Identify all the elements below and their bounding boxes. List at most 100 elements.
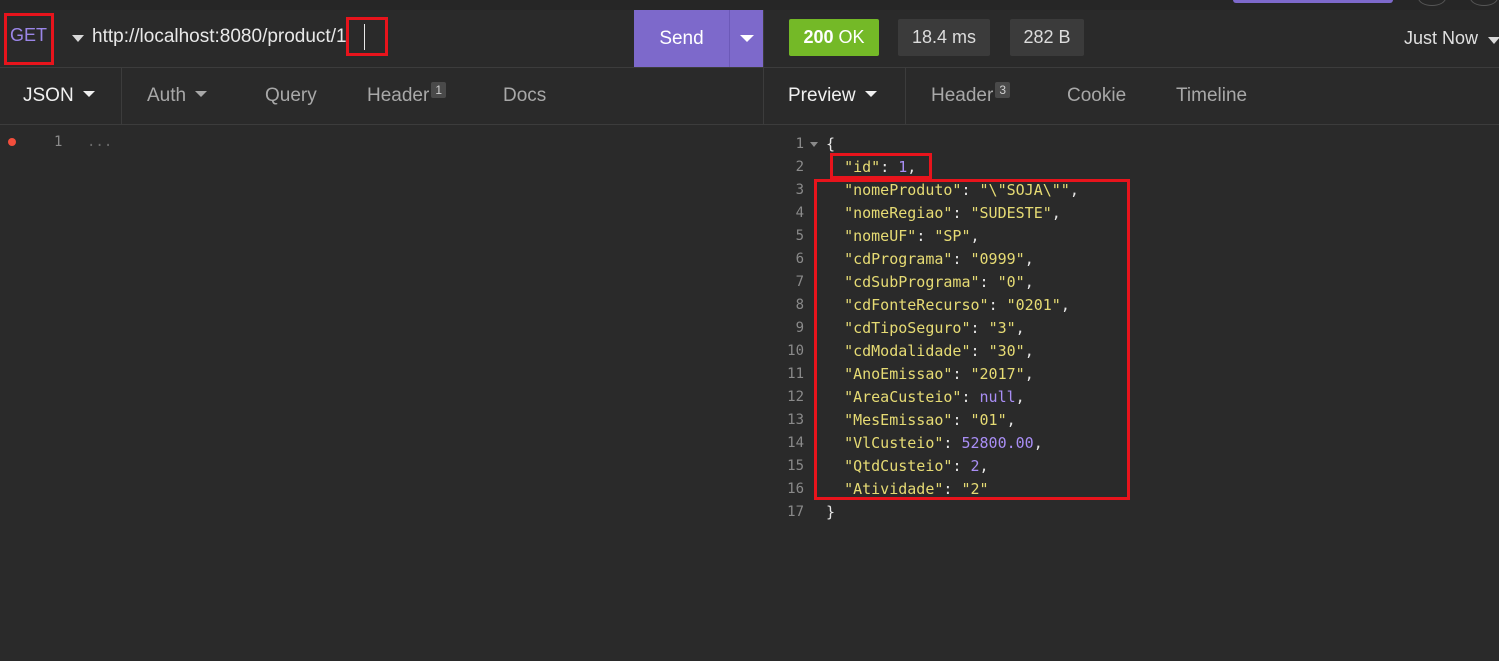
json-colon: : [916,227,935,245]
json-comma: , [1033,434,1043,452]
tab-cookie[interactable]: Cookie [1067,85,1126,107]
json-line-text: "MesEmissao": "01", [826,409,1016,432]
status-code: 200 [803,27,834,47]
json-comma: , [1024,250,1034,268]
request-body-editor[interactable]: 1 ... [0,125,763,661]
header-count-badge: 1 [431,82,447,98]
json-comma: , [979,457,989,475]
tab-response-header[interactable]: Header 3 [931,82,1011,107]
chevron-down-icon[interactable] [1488,37,1499,44]
tab-label: Header [931,85,994,106]
window-control-icon[interactable] [1418,0,1446,6]
tab-divider [905,68,906,124]
breakpoint-dot-icon [8,138,16,146]
tab-label: Auth [147,85,187,106]
line-number: 4 [795,205,804,221]
json-brace: { [826,135,836,153]
line-number: 15 [787,458,804,474]
tab-header[interactable]: Header 1 [367,82,447,107]
json-comma: , [1024,273,1034,291]
tab-label: JSON [23,85,74,106]
json-key: "nomeRegiao" [844,204,953,222]
json-line-text: "nomeProduto": "\"SOJA\"", [826,179,1079,202]
line-number: 16 [787,481,804,497]
response-preview: 1 {2 "id": 1, 3 "nomeProduto": "\"SOJA\"",… [764,125,1499,661]
tab-docs[interactable]: Docs [503,85,546,107]
send-button[interactable]: Send [634,10,729,67]
tab-auth[interactable]: Auth [147,85,208,107]
json-value: "SUDESTE" [970,204,1052,222]
header-count-badge: 3 [995,82,1011,98]
json-line-text: "cdPrograma": "0999", [826,248,1034,271]
http-method-selector[interactable]: GET [10,25,47,46]
json-key: "nomeUF" [844,227,917,245]
tab-timeline[interactable]: Timeline [1176,85,1247,107]
tab-label: Preview [788,85,856,106]
line-number: 13 [787,412,804,428]
json-comma: , [907,158,917,176]
tab-divider [121,68,122,124]
json-value: "\"SOJA\"" [979,181,1070,199]
line-number: 14 [787,435,804,451]
json-comma: , [1051,204,1061,222]
json-brace: } [826,503,836,521]
json-line-text: "QtdCusteio": 2, [826,455,989,478]
json-key: "cdSubPrograma" [844,273,980,291]
json-colon: : [961,181,980,199]
text-cursor [364,24,365,50]
tab-query[interactable]: Query [265,85,317,107]
line-number: 17 [787,504,804,520]
line-number: 9 [795,320,804,336]
json-line-text: "nomeRegiao": "SUDESTE", [826,202,1061,225]
json-comma: , [1060,296,1070,314]
url-input[interactable]: http://localhost:8080/product/1 [92,26,347,48]
json-line-text: "id": 1, [826,156,916,179]
json-colon: : [952,250,971,268]
json-value: "2" [961,480,989,498]
json-key: "cdPrograma" [844,250,953,268]
json-value: 2 [970,457,980,475]
editor-placeholder: ... [87,134,113,150]
json-value: "0201" [1006,296,1061,314]
window-control-icon[interactable] [1470,0,1498,6]
json-value: "01" [970,411,1007,429]
tab-preview[interactable]: Preview [788,85,877,107]
json-key: "VlCusteio" [844,434,944,452]
json-key: "QtdCusteio" [844,457,953,475]
json-comma: , [1015,388,1025,406]
json-key: "AreaCusteio" [844,388,962,406]
json-key: "nomeProduto" [844,181,962,199]
line-number: 8 [795,297,804,313]
json-key: "cdModalidade" [844,342,971,360]
request-tabs: JSON Auth Query Header 1 Docs [0,68,763,125]
chevron-down-icon[interactable] [72,35,84,42]
json-comma: , [1024,342,1034,360]
send-options-button[interactable] [729,10,764,67]
line-number: 12 [787,389,804,405]
tab-label: Cookie [1067,85,1127,106]
json-line-text: "cdFonteRecurso": "0201", [826,294,1070,317]
json-key: "id" [844,158,881,176]
json-value: "0" [997,273,1025,291]
json-value: 1 [898,158,908,176]
tab-json[interactable]: JSON [23,85,95,107]
json-colon: : [979,273,998,291]
line-number: 3 [795,182,804,198]
json-colon: : [970,342,989,360]
line-number: 6 [795,251,804,267]
json-colon: : [952,411,971,429]
json-value: "0999" [970,250,1025,268]
tab-label: Header [367,85,430,106]
json-comma: , [1015,319,1025,337]
response-history-dropdown[interactable]: Just Now [1404,28,1478,49]
